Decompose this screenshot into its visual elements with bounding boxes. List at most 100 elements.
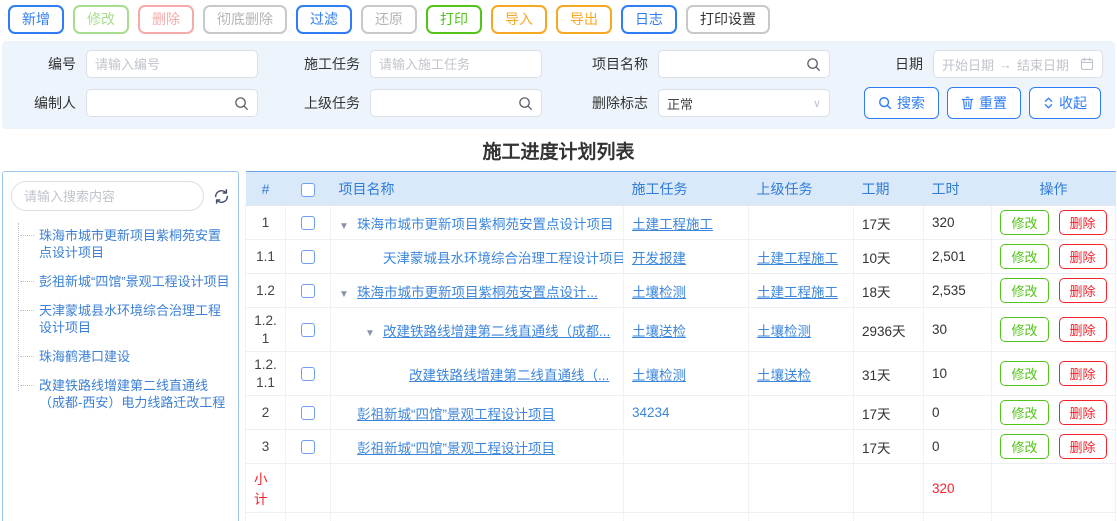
row-delete-button[interactable]: 删除 <box>1058 434 1107 460</box>
collapse-row-icon[interactable]: ▼ <box>339 221 351 232</box>
row-checkbox[interactable] <box>301 250 315 265</box>
row-edit-button[interactable]: 修改 <box>1000 210 1049 235</box>
row-delete-button[interactable]: 删除 <box>1058 244 1107 269</box>
add-button[interactable]: 新增 <box>8 5 64 34</box>
row-delete-button[interactable]: 删除 <box>1058 361 1107 387</box>
log-button[interactable]: 日志 <box>621 5 677 34</box>
refresh-icon[interactable] <box>213 188 230 205</box>
collapse-button[interactable]: 收起 <box>1029 87 1101 119</box>
project-name-link[interactable]: 珠海市城市更新项目紫桐苑安置点设计项目 <box>357 217 614 232</box>
total-hours: 5,396 <box>923 512 992 521</box>
row-num: 1.2.1 <box>245 307 286 353</box>
col-header-actions: 操作 <box>991 171 1116 206</box>
search-button[interactable]: 搜索 <box>864 87 939 119</box>
task-link[interactable]: 开发报建 <box>632 251 686 266</box>
project-name-link[interactable]: 彭祖新城“四馆”景观工程设计项目 <box>357 407 555 422</box>
col-header-name: 项目名称 <box>330 171 624 206</box>
project-name-link[interactable]: 天津蒙城县水环境综合治理工程设计项目 <box>383 251 623 266</box>
delete-button[interactable]: 删除 <box>138 5 194 34</box>
author-field[interactable] <box>86 89 258 117</box>
row-edit-button[interactable]: 修改 <box>1000 400 1049 426</box>
author-input[interactable] <box>95 95 234 111</box>
code-input[interactable] <box>95 56 249 72</box>
duration-cell: 31天 <box>853 351 924 397</box>
task-input[interactable] <box>379 56 533 72</box>
row-edit-button[interactable]: 修改 <box>1000 317 1049 343</box>
calendar-icon[interactable] <box>1080 57 1094 71</box>
parent-task-link[interactable]: 土壤送检 <box>757 368 811 383</box>
search-icon[interactable] <box>234 96 249 111</box>
tree-item-project-3[interactable]: 天津蒙城县水环境综合治理工程设计项目 <box>13 296 230 342</box>
parent-task-link[interactable]: 土建工程施工 <box>757 251 838 266</box>
task-link[interactable]: 土壤检测 <box>632 368 686 383</box>
tree-item-project-5[interactable]: 改建铁路线增建第二线直通线（成都-西安）电力线路迁改工程 <box>13 371 230 417</box>
delete-flag-label: 删除标志 <box>592 95 648 111</box>
parent-task-field[interactable] <box>370 89 542 117</box>
task-link[interactable]: 土壤检测 <box>632 285 686 300</box>
collapse-row-icon[interactable]: ▼ <box>365 328 377 339</box>
parent-task-link[interactable]: 土壤检测 <box>757 324 811 339</box>
row-edit-button[interactable]: 修改 <box>1000 278 1049 303</box>
task-link[interactable]: 土壤送检 <box>632 324 686 339</box>
table-row: 1.2.1 ▼ 改建铁路线增建第二线直通线（成都... 土壤送检 土壤检测 293… <box>245 307 1116 353</box>
project-label: 项目名称 <box>592 56 648 72</box>
code-field[interactable] <box>86 50 258 78</box>
reset-button-label: 重置 <box>979 95 1007 111</box>
sidebar-search-input[interactable] <box>24 188 191 204</box>
project-input[interactable] <box>667 56 806 72</box>
tree-item-project-1[interactable]: 珠海市城市更新项目紫桐苑安置点设计项目 <box>13 221 230 267</box>
parent-task-input[interactable] <box>379 95 518 111</box>
parent-task-link[interactable]: 土建工程施工 <box>757 285 838 300</box>
select-all-checkbox[interactable] <box>301 182 315 197</box>
date-range-field[interactable]: 开始日期 → 结束日期 <box>933 50 1103 78</box>
task-field[interactable] <box>370 50 542 78</box>
tree-item-project-2[interactable]: 彭祖新城“四馆”景观工程设计项目 <box>13 267 230 296</box>
search-icon[interactable] <box>806 57 821 72</box>
row-delete-button[interactable]: 删除 <box>1058 210 1107 235</box>
toolbar: 新增 修改 删除 彻底删除 过滤 还原 打印 导入 导出 日志 打印设置 <box>0 0 1117 39</box>
row-edit-button[interactable]: 修改 <box>1000 244 1049 269</box>
row-delete-button[interactable]: 删除 <box>1058 278 1107 303</box>
duration-cell: 17天 <box>853 395 924 431</box>
search-icon[interactable] <box>518 96 533 111</box>
row-checkbox[interactable] <box>301 323 315 338</box>
purge-delete-button[interactable]: 彻底删除 <box>203 5 287 34</box>
project-name-link[interactable]: 珠海市城市更新项目紫桐苑安置点设计... <box>357 285 598 300</box>
duration-cell: 17天 <box>853 205 924 240</box>
reset-button[interactable]: 重置 <box>947 87 1021 119</box>
row-checkbox[interactable] <box>301 367 315 382</box>
project-name-link[interactable]: 彭祖新城“四馆”景观工程设计项目 <box>357 441 555 456</box>
row-checkbox[interactable] <box>301 440 315 455</box>
task-link[interactable]: 34234 <box>632 405 670 420</box>
import-button[interactable]: 导入 <box>491 5 547 34</box>
row-delete-button[interactable]: 删除 <box>1058 400 1107 426</box>
row-edit-button[interactable]: 修改 <box>1000 434 1049 460</box>
edit-button[interactable]: 修改 <box>73 5 129 34</box>
task-link[interactable]: 土建工程施工 <box>632 217 713 232</box>
project-field[interactable] <box>658 50 830 78</box>
table-header-row: # 项目名称 施工任务 上级任务 工期 工时 操作 <box>245 171 1116 206</box>
collapse-row-icon[interactable]: ▼ <box>339 289 351 300</box>
sidebar-search-field[interactable] <box>11 181 204 211</box>
print-settings-button[interactable]: 打印设置 <box>686 5 770 34</box>
tree-item-project-4[interactable]: 珠海鹤港口建设 <box>13 342 230 371</box>
export-button[interactable]: 导出 <box>556 5 612 34</box>
duration-cell: 18天 <box>853 273 924 308</box>
row-checkbox[interactable] <box>301 406 315 421</box>
row-checkbox[interactable] <box>301 216 315 231</box>
parent-task-cell <box>748 395 854 431</box>
filter-panel: 编号 施工任务 项目名称 日期 开始日期 <box>2 41 1115 129</box>
row-checkbox[interactable] <box>301 284 315 299</box>
restore-button[interactable]: 还原 <box>361 5 417 34</box>
subtotal-row: 小计 320 <box>245 463 1116 514</box>
row-delete-button[interactable]: 删除 <box>1058 317 1107 343</box>
print-button[interactable]: 打印 <box>426 5 482 34</box>
hours-cell: 0 <box>923 395 992 431</box>
filter-button[interactable]: 过滤 <box>296 5 352 34</box>
project-name-link[interactable]: 改建铁路线增建第二线直通线（成都... <box>383 324 610 339</box>
delete-flag-select[interactable]: 正常 ∨ <box>658 89 830 117</box>
row-num: 3 <box>245 429 286 465</box>
project-name-link[interactable]: 改建铁路线增建第二线直通线（... <box>409 368 609 383</box>
row-edit-button[interactable]: 修改 <box>1000 361 1049 387</box>
project-tree: 珠海市城市更新项目紫桐苑安置点设计项目 彭祖新城“四馆”景观工程设计项目 天津蒙… <box>11 221 230 417</box>
